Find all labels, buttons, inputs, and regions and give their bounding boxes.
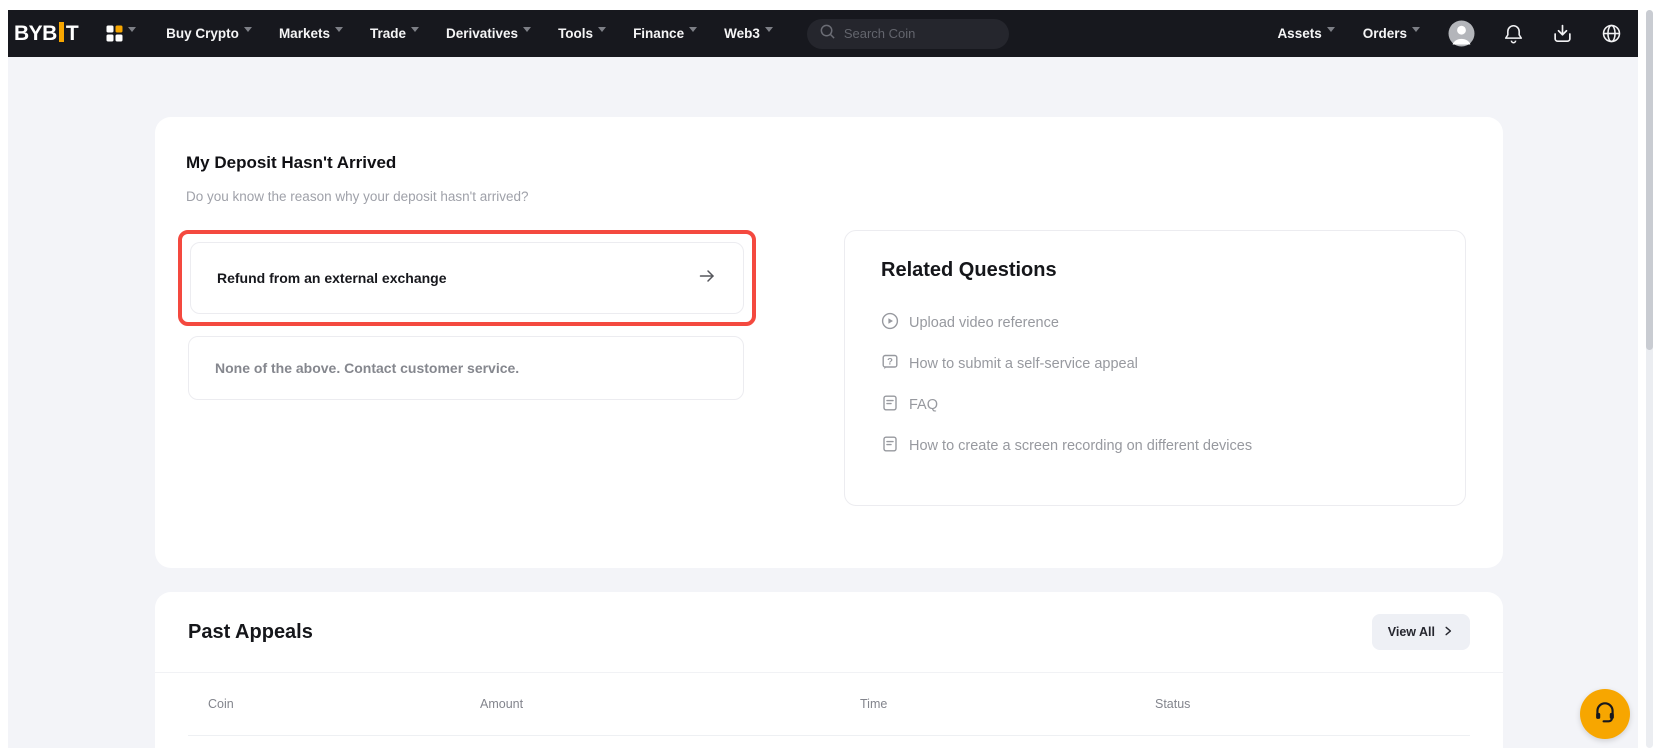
related-question-self-service-appeal[interactable]: ? How to submit a self-service appeal xyxy=(881,343,1435,384)
chevron-right-icon xyxy=(1442,625,1454,640)
chevron-down-icon xyxy=(244,27,252,32)
option-label: Refund from an external exchange xyxy=(217,270,447,286)
account-nav: Assets Orders xyxy=(1277,20,1622,47)
customer-support-chat-button[interactable] xyxy=(1580,689,1630,739)
chevron-down-icon xyxy=(128,27,136,32)
nav-label: Markets xyxy=(279,26,330,41)
chevron-down-icon xyxy=(335,27,343,32)
document-icon xyxy=(881,435,899,457)
nav-item-orders[interactable]: Orders xyxy=(1363,26,1420,41)
column-header-amount: Amount xyxy=(480,697,860,711)
related-questions-card: Related Questions Upload video reference xyxy=(844,230,1466,506)
nav-item-finance[interactable]: Finance xyxy=(633,26,697,41)
nav-item-derivatives[interactable]: Derivatives xyxy=(446,26,531,41)
nav-label: Buy Crypto xyxy=(166,26,239,41)
nav-item-trade[interactable]: Trade xyxy=(370,26,419,41)
nav-label: Finance xyxy=(633,26,684,41)
logo-orange-i xyxy=(59,22,64,42)
arrow-right-icon xyxy=(697,266,717,291)
nav-item-markets[interactable]: Markets xyxy=(279,26,343,41)
question-bubble-icon: ? xyxy=(881,353,899,375)
coin-search-box[interactable] xyxy=(807,19,1009,49)
page-title: My Deposit Hasn't Arrived xyxy=(186,153,1503,173)
svg-text:?: ? xyxy=(887,356,893,367)
scrollbar-thumb[interactable] xyxy=(1646,10,1653,350)
nav-item-tools[interactable]: Tools xyxy=(558,26,606,41)
headset-icon xyxy=(1592,699,1618,730)
option-contact-customer-service[interactable]: None of the above. Contact customer serv… xyxy=(188,336,744,400)
related-question-label: Upload video reference xyxy=(909,315,1059,331)
search-icon xyxy=(819,23,836,45)
user-avatar[interactable] xyxy=(1448,20,1475,47)
chevron-down-icon xyxy=(523,27,531,32)
chevron-down-icon xyxy=(765,27,773,32)
page-subtitle: Do you know the reason why your deposit … xyxy=(186,189,1503,204)
nav-label: Derivatives xyxy=(446,26,518,41)
bybit-logo[interactable]: BYB T xyxy=(14,22,78,46)
related-questions-list: Upload video reference ? How to submit a xyxy=(881,302,1435,466)
grid-icon xyxy=(106,25,123,42)
top-navbar: BYB T Buy Crypto Markets Trade Derivative… xyxy=(8,10,1638,57)
download-icon[interactable] xyxy=(1552,23,1573,44)
nav-item-buy-crypto[interactable]: Buy Crypto xyxy=(166,26,252,41)
nav-label: Trade xyxy=(370,26,406,41)
nav-label: Tools xyxy=(558,26,593,41)
related-question-faq[interactable]: FAQ xyxy=(881,384,1435,425)
column-header-status: Status xyxy=(1155,697,1503,711)
logo-text-left: BYB xyxy=(14,22,57,46)
apps-grid-menu[interactable] xyxy=(106,25,136,42)
past-appeals-header: Past Appeals View All xyxy=(155,592,1503,673)
deposit-content-row: Refund from an external exchange None of… xyxy=(186,230,1503,506)
screen: BYB T Buy Crypto Markets Trade Derivative… xyxy=(8,10,1638,748)
nav-item-assets[interactable]: Assets xyxy=(1277,26,1334,41)
nav-label: Assets xyxy=(1277,26,1321,41)
option-refund-external-exchange[interactable]: Refund from an external exchange xyxy=(190,242,744,314)
chevron-down-icon xyxy=(598,27,606,32)
chevron-down-icon xyxy=(1327,27,1335,32)
appeals-table-header: Coin Amount Time Status xyxy=(155,673,1503,735)
chevron-down-icon xyxy=(1412,27,1420,32)
view-all-label: View All xyxy=(1388,625,1435,639)
deposit-help-card: My Deposit Hasn't Arrived Do you know th… xyxy=(155,117,1503,568)
document-icon xyxy=(881,394,899,416)
related-question-label: FAQ xyxy=(909,397,938,413)
view-all-button[interactable]: View All xyxy=(1372,614,1470,650)
related-question-screen-recording[interactable]: How to create a screen recording on diff… xyxy=(881,425,1435,466)
column-header-coin: Coin xyxy=(208,697,480,711)
table-header-divider xyxy=(188,735,1470,736)
notifications-bell-icon[interactable] xyxy=(1503,23,1524,44)
related-question-upload-video[interactable]: Upload video reference xyxy=(881,302,1435,343)
search-input[interactable] xyxy=(844,26,994,41)
red-highlight-annotation: Refund from an external exchange xyxy=(178,230,756,326)
option-label: None of the above. Contact customer serv… xyxy=(215,360,519,376)
related-questions-title: Related Questions xyxy=(881,259,1435,282)
logo-text-right: T xyxy=(66,22,78,46)
past-appeals-card: Past Appeals View All Coin Amount Time S… xyxy=(155,592,1503,748)
primary-nav: Buy Crypto Markets Trade Derivatives Too… xyxy=(166,26,773,41)
chevron-down-icon xyxy=(689,27,697,32)
reason-options: Refund from an external exchange None of… xyxy=(186,230,766,506)
past-appeals-title: Past Appeals xyxy=(188,621,313,644)
related-question-label: How to submit a self-service appeal xyxy=(909,356,1138,372)
column-header-time: Time xyxy=(860,697,1155,711)
play-circle-icon xyxy=(881,312,899,334)
vertical-scrollbar[interactable] xyxy=(1646,10,1653,748)
page-body: My Deposit Hasn't Arrived Do you know th… xyxy=(8,57,1638,748)
nav-label: Web3 xyxy=(724,26,760,41)
nav-item-web3[interactable]: Web3 xyxy=(724,26,773,41)
nav-label: Orders xyxy=(1363,26,1407,41)
language-globe-icon[interactable] xyxy=(1601,23,1622,44)
chevron-down-icon xyxy=(411,27,419,32)
related-question-label: How to create a screen recording on diff… xyxy=(909,438,1252,454)
